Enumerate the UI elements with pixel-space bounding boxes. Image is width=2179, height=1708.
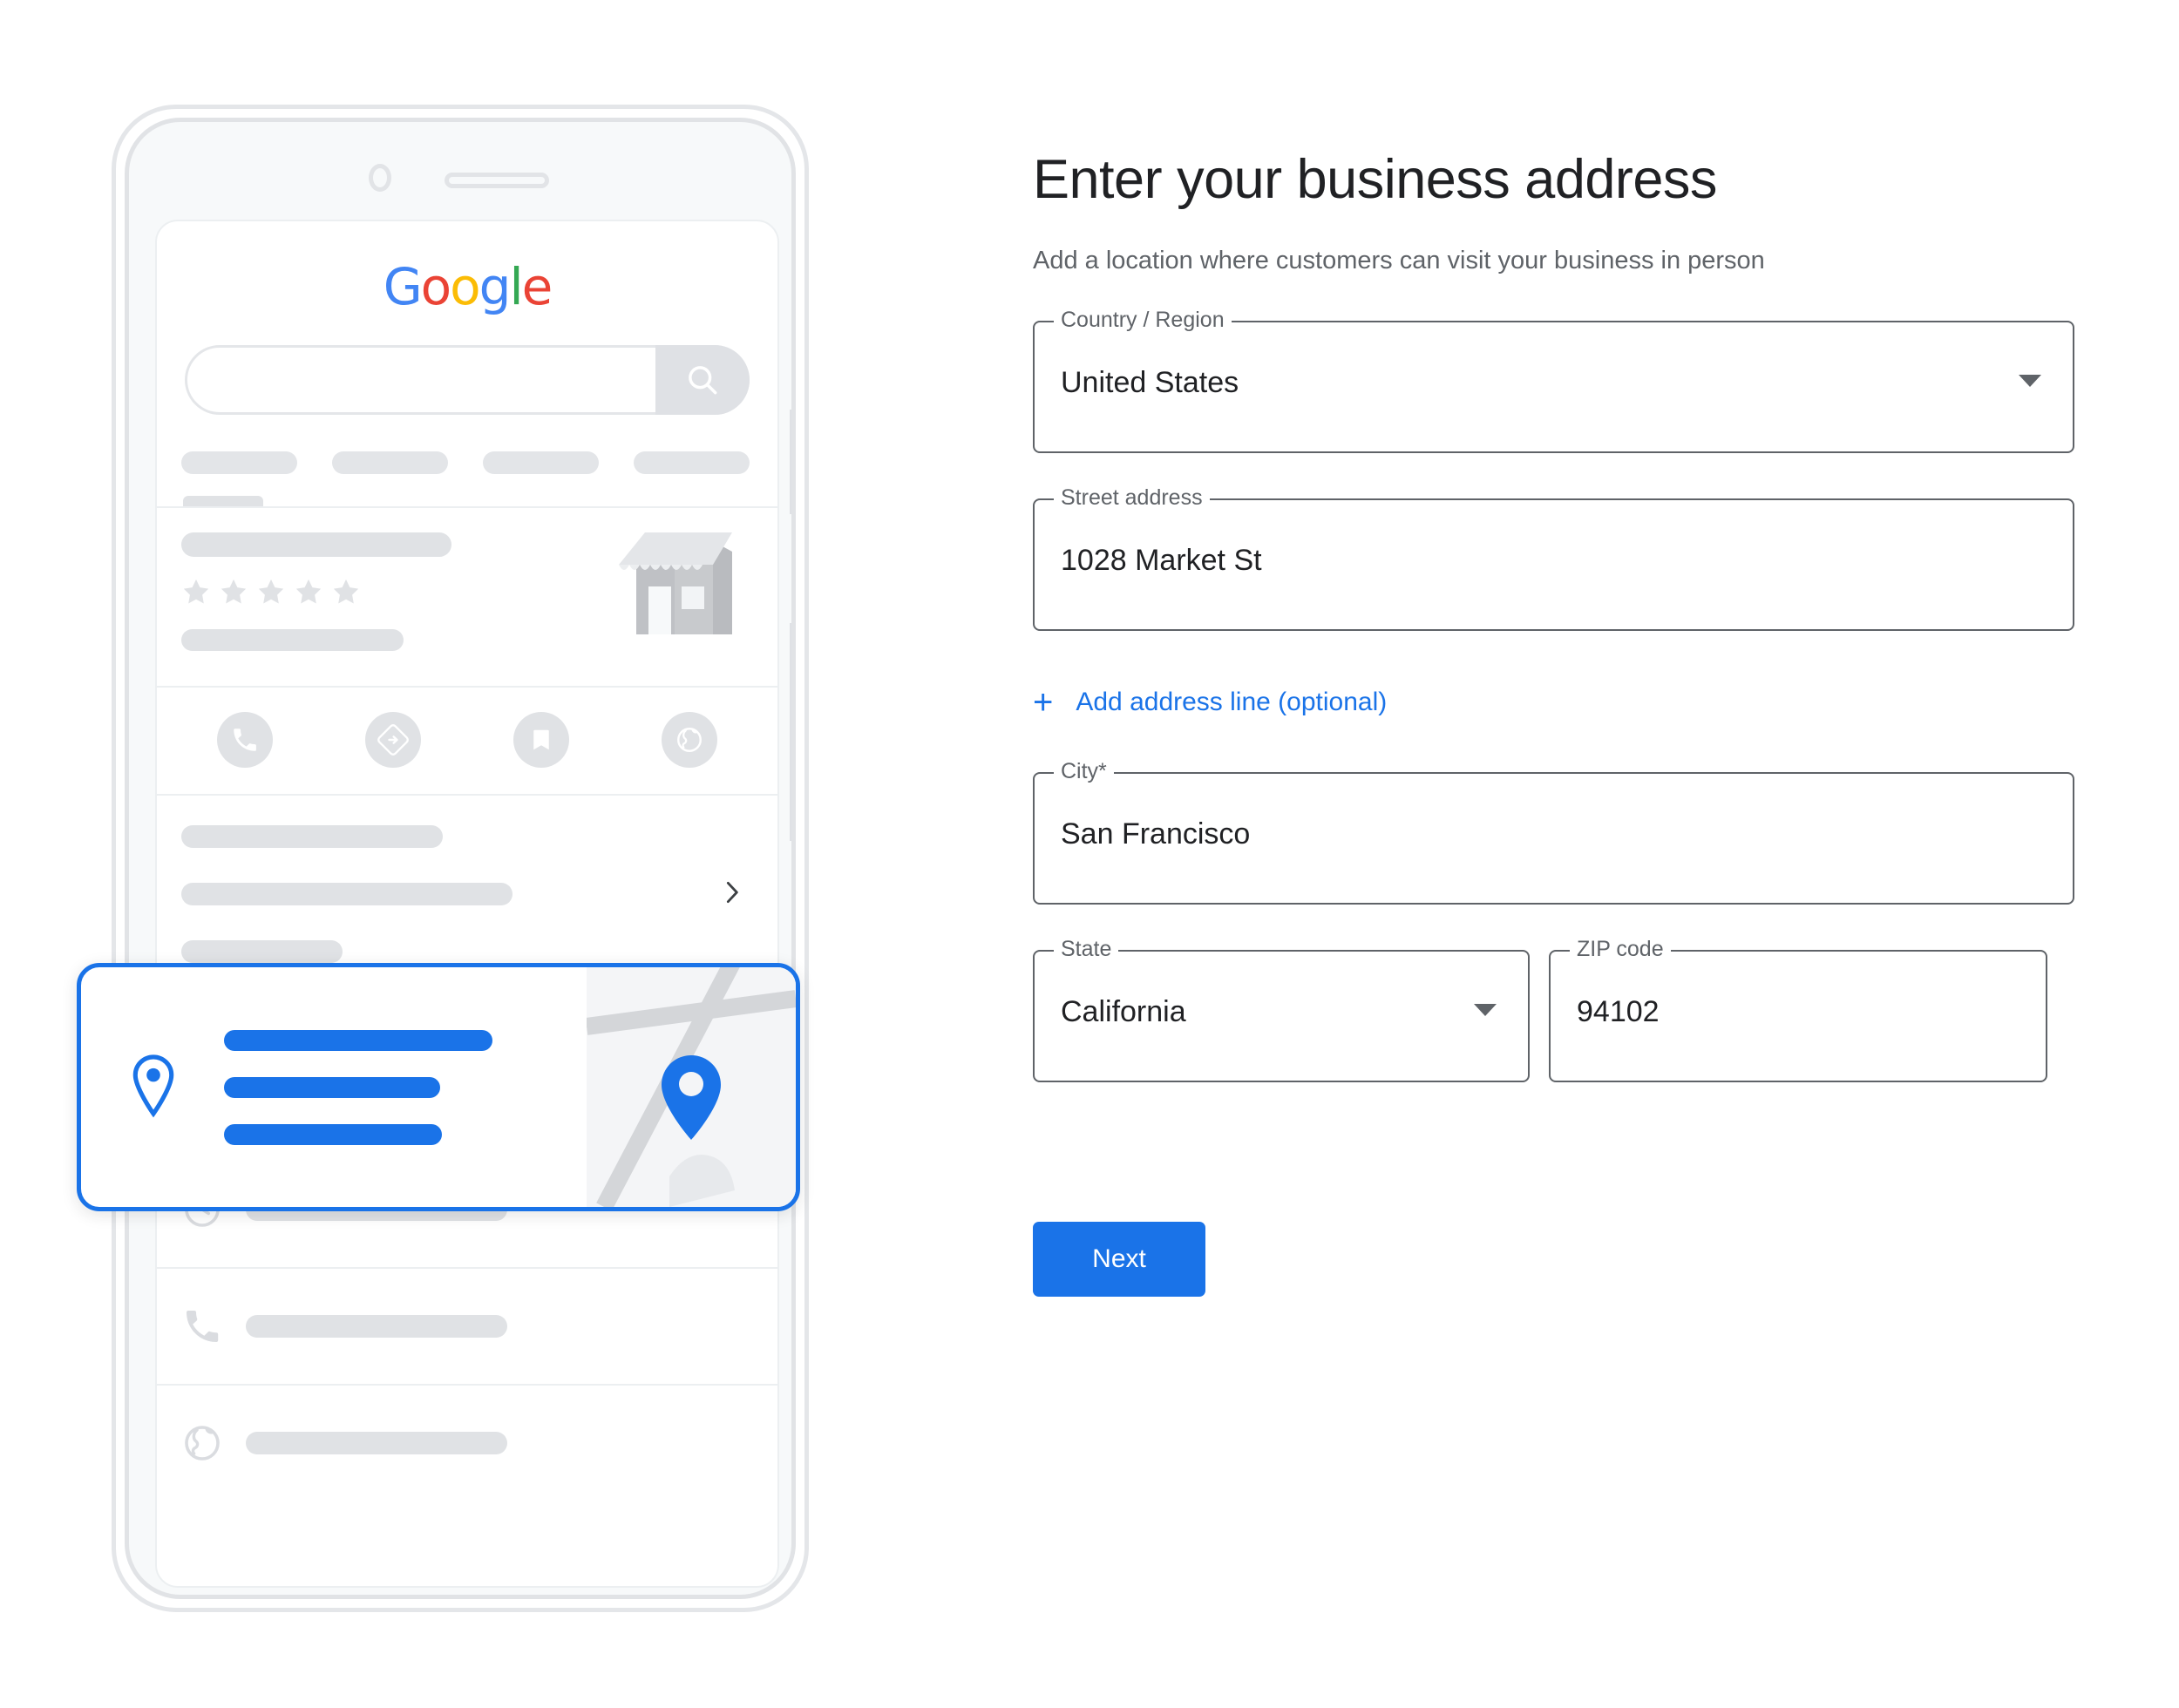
location-pin-icon [132,1054,174,1117]
volume-button[interactable] [790,410,791,514]
chevron-down-icon [1474,1004,1497,1017]
street-address-field[interactable]: Street address 1028 Market St [1033,487,2074,632]
phone-placeholder [246,1315,507,1338]
address-line-placeholders [224,1029,492,1145]
star-icon [258,579,284,604]
directions-icon [377,724,409,756]
zip-code-field[interactable]: ZIP code 94102 [1549,939,2047,1083]
logo-letter-g2: g [479,257,512,316]
search-icon [689,366,717,395]
list-line-2 [181,883,513,905]
globe-icon [185,1426,220,1461]
call-action-button[interactable] [217,712,273,768]
phone-screen: Google [155,220,779,1588]
power-button[interactable] [790,623,791,841]
street-address-label: Street address [1054,487,1210,510]
logo-letter-o1: o [420,257,451,316]
address-line-2 [224,1076,440,1098]
directions-action-button[interactable] [365,712,421,768]
country-region-value: United States [1061,366,1239,400]
website-action-button[interactable] [662,712,717,768]
list-line-3 [181,940,343,963]
action-icon-row [157,688,777,794]
plus-icon: + [1033,683,1054,722]
add-address-line-label: Add address line (optional) [1076,688,1388,717]
chevron-down-icon [2019,375,2041,388]
state-select[interactable]: State California [1033,939,1530,1083]
tab-chips [181,451,777,474]
state-zip-row: State California ZIP code 94102 [1033,905,2179,1083]
bookmark-icon [533,729,549,750]
star-icon [333,579,359,604]
address-line-1 [224,1029,492,1051]
tab-chip-4[interactable] [634,451,750,474]
list-line-1 [181,825,443,848]
star-icon [183,579,209,604]
map-thumbnail[interactable] [587,967,796,1207]
logo-letter-o2: o [450,257,480,316]
business-summary [157,508,777,686]
zip-code-label: ZIP code [1570,939,1671,961]
phone-icon [187,1311,219,1342]
add-address-line-button[interactable]: + Add address line (optional) [1033,685,1387,720]
state-value: California [1061,995,1186,1029]
tab-chip-2[interactable] [332,451,448,474]
star-icon [295,579,322,604]
map-graphic [587,967,796,1207]
phone-illustration: Google [0,0,976,1708]
street-address-value: 1028 Market St [1061,544,1262,578]
save-action-button[interactable] [513,712,569,768]
page-title: Enter your business address [1033,149,1717,210]
business-name-placeholder [181,532,451,557]
list-item[interactable] [157,796,777,989]
tab-active-indicator [183,496,263,506]
logo-letter-l: l [509,257,523,316]
search-button[interactable] [655,345,750,415]
google-logo: Google [157,261,777,312]
phone-frame: Google [112,105,809,1612]
website-icon [677,728,702,752]
tab-chip-3[interactable] [483,451,599,474]
state-label: State [1054,939,1119,961]
phone-body: Google [125,118,796,1599]
storefront-icon [619,532,732,634]
tab-chip-1[interactable] [181,451,297,474]
logo-letter-g: G [383,257,423,316]
address-form: Enter your business address Add a locati… [1033,0,2179,1708]
country-region-select[interactable]: Country / Region United States [1033,309,2074,454]
chevron-right-icon [726,881,738,904]
speaker-grille-icon [445,173,549,188]
search-input[interactable] [185,345,750,415]
business-category-placeholder [181,629,404,651]
logo-letter-e: e [521,257,553,316]
camera-icon [369,164,391,192]
star-icon [221,579,247,604]
highlighted-address-card[interactable] [77,963,800,1211]
city-label: City* [1054,761,1114,783]
country-region-label: Country / Region [1054,309,1232,332]
next-button[interactable]: Next [1033,1222,1205,1298]
address-line-3 [224,1123,442,1145]
website-placeholder [246,1432,507,1454]
zip-code-value: 94102 [1577,995,1660,1029]
business-address-page: Google Enter your business address Add a… [0,0,2179,1708]
city-field[interactable]: City* San Francisco [1033,761,2074,905]
phone-row[interactable] [157,1269,777,1384]
website-row[interactable] [157,1386,777,1501]
city-value: San Francisco [1061,817,1251,851]
phone-icon [234,729,256,751]
page-subtitle: Add a location where customers can visit… [1033,247,1765,275]
